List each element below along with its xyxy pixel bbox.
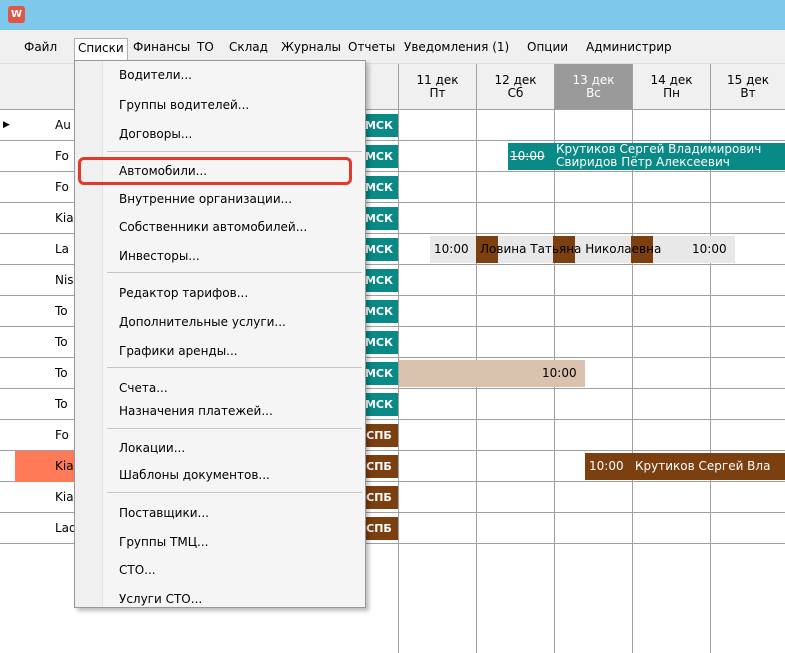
booking-driver: Ловина Татьяна Николаевна [480,242,662,256]
vehicle-name: To [55,366,68,380]
highlight-annotation [78,157,352,185]
vehicle-name: Nis [55,273,74,287]
day-weekday: Сб [507,86,524,100]
menu-item-invoices[interactable]: Счета... [119,377,168,399]
menu-bar: Файл Списки Финансы ТО Склад Журналы Отч… [0,30,785,68]
day-column-header[interactable]: 13 дек Вс [554,64,632,110]
menu-item-drivers[interactable]: Водители... [119,64,192,86]
menu-warehouse[interactable]: Склад [226,38,271,58]
day-column-header[interactable]: 15 дек Вт [710,64,785,110]
booking-bar[interactable]: 10:00 Крутиков Сергей Владимирович Свири… [508,143,785,170]
menu-admin[interactable]: Администрир [583,38,785,58]
menu-item-tariff-editor[interactable]: Редактор тарифов... [119,282,248,304]
menu-item-car-owners[interactable]: Собственники автомобилей... [119,216,307,238]
menu-item-inventory-groups[interactable]: Группы ТМЦ... [119,531,208,553]
day-weekday: Пт [429,86,446,100]
lists-dropdown-menu: Водители... Группы водителей... Договоры… [74,60,366,608]
vehicle-name: La [55,242,70,256]
menu-item-rent-schedules[interactable]: Графики аренды... [119,340,238,362]
title-bar: W [0,0,785,30]
booking-driver: Свиридов Пётр Алексеевич [556,155,730,169]
booking-time: 10:00 [434,242,469,256]
menu-item-suppliers[interactable]: Поставщики... [119,502,209,524]
vehicle-name: Fo [55,428,69,442]
booking-time: 10:00 [510,149,545,163]
day-weekday: Пн [663,86,680,100]
day-weekday: Вт [740,86,756,100]
day-column-header[interactable]: 14 дек Пн [632,64,710,110]
vehicle-name: To [55,335,68,349]
menu-options[interactable]: Опции [524,38,571,58]
menu-gutter [75,61,103,607]
menu-item-station-services[interactable]: Услуги СТО... [119,588,202,610]
booking-bar[interactable]: 10:00 Крутиков Сергей Вла [585,453,785,480]
vehicle-name: Fo [55,180,69,194]
menu-item-driver-groups[interactable]: Группы водителей... [119,94,249,116]
menu-journals[interactable]: Журналы [278,38,344,58]
day-weekday: Вс [586,86,601,100]
booking-time: 10:00 [589,459,624,473]
vehicle-name: Kia [55,211,74,225]
booking-bar[interactable]: 10:00 Ловина Татьяна Николаевна 10:00 [430,236,735,263]
app-logo-icon[interactable]: W [8,6,25,23]
menu-item-payment-purposes[interactable]: Назначения платежей... [119,400,273,422]
menu-item-service-stations[interactable]: СТО... [119,559,156,581]
vehicle-name: Au [55,118,71,132]
vehicle-name: Kia [55,490,74,504]
menu-item-contracts[interactable]: Договоры... [119,123,192,145]
menu-item-locations[interactable]: Локации... [119,437,185,459]
menu-reports[interactable]: Отчеты [345,38,398,58]
current-row-arrow-icon: ▶ [3,120,10,130]
booking-time: 10:00 [542,366,577,380]
menu-file[interactable]: Файл [21,38,60,58]
vehicle-name: Fo [55,149,69,163]
vehicle-name: To [55,397,68,411]
booking-driver: Крутиков Сергей Вла [635,459,771,473]
day-column-header[interactable]: 11 дек Пт [398,64,476,110]
day-column-header[interactable]: 12 дек Сб [476,64,554,110]
menu-notifications[interactable]: Уведомления (1) [401,38,512,58]
vehicle-name: To [55,304,68,318]
menu-item-investors[interactable]: Инвесторы... [119,245,200,267]
menu-finance[interactable]: Финансы [130,38,193,58]
booking-bar[interactable]: 10:00 [399,360,585,387]
menu-item-extra-services[interactable]: Дополнительные услуги... [119,311,286,333]
booking-end-time: 10:00 [692,242,727,256]
menu-to[interactable]: ТО [194,38,217,58]
menu-item-doc-templates[interactable]: Шаблоны документов... [119,464,270,486]
menu-item-internal-orgs[interactable]: Внутренние организации... [119,188,292,210]
